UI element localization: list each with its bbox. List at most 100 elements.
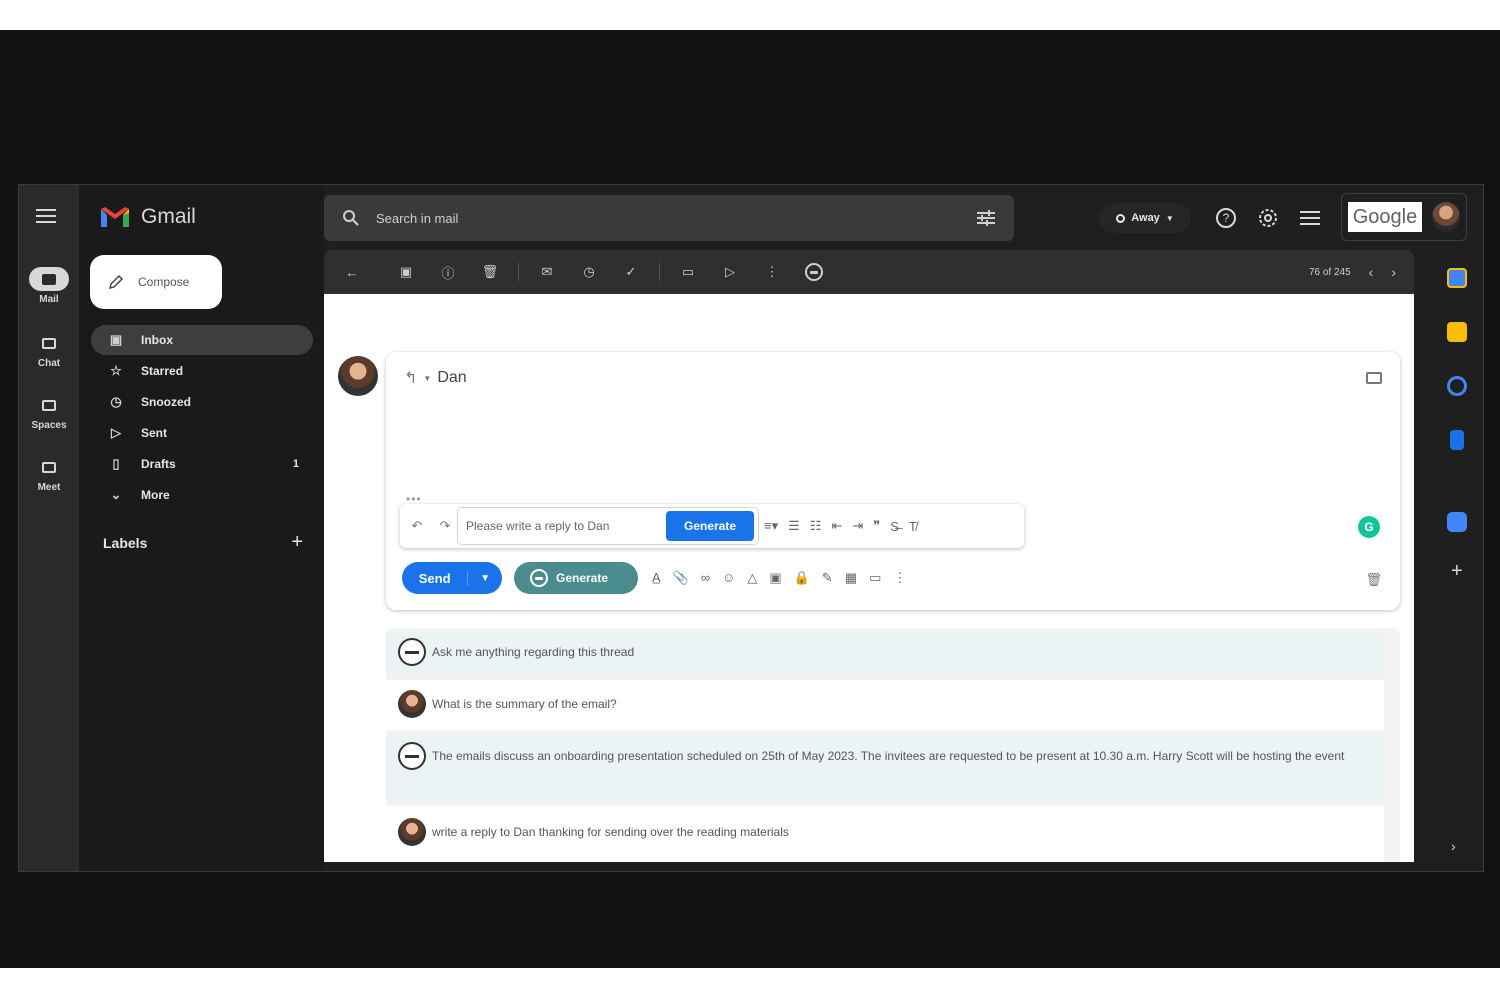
align-icon[interactable]: ≡▾	[764, 518, 778, 534]
strikethrough-icon[interactable]: S̶	[890, 519, 899, 534]
clear-formatting-icon[interactable]: T̸	[909, 519, 917, 534]
account-area[interactable]: Google	[1341, 193, 1467, 241]
pager-text: 76 of 245	[1308, 266, 1351, 278]
keep-icon[interactable]	[1447, 322, 1467, 342]
popout-icon[interactable]	[1366, 372, 1382, 384]
numbered-list-icon[interactable]: ☰	[788, 518, 800, 534]
link-icon[interactable]: ∞	[701, 570, 710, 586]
undo-icon[interactable]: ↶	[406, 518, 428, 534]
search-bar[interactable]: Search in mail	[324, 195, 1014, 241]
photo-icon[interactable]: ▣	[769, 570, 781, 586]
folder-sent[interactable]: ▷ Sent	[91, 418, 313, 448]
indent-less-icon[interactable]: ⇤	[831, 518, 842, 534]
help-icon[interactable]: ?	[1215, 207, 1237, 229]
move-to-icon[interactable]: ▭	[674, 262, 702, 282]
reply-arrow-icon: ↰	[404, 370, 418, 387]
redo-icon[interactable]: ↷	[434, 518, 456, 534]
add-task-icon[interactable]: ✓	[617, 262, 645, 282]
user-message: write a reply to Dan thanking for sendin…	[386, 806, 1384, 862]
back-arrow-icon[interactable]: ←	[338, 262, 366, 282]
chat-icon	[29, 331, 69, 355]
discard-draft-icon[interactable]: 🗑	[1365, 572, 1382, 588]
generate-button[interactable]: Generate	[514, 562, 638, 594]
format-controls: ≡▾ ☰ ☷ ⇤ ⇥ ❞ S̶ T̸	[764, 504, 917, 548]
folder-inbox[interactable]: ▣ Inbox	[91, 325, 313, 355]
label-icon[interactable]: ▷	[716, 262, 744, 282]
chevron-down-icon: ⌄	[110, 487, 122, 502]
drive-icon[interactable]: △	[747, 570, 757, 586]
assistant-bot-icon[interactable]	[800, 262, 828, 282]
folder-label: Snoozed	[141, 395, 191, 409]
sender-avatar	[338, 356, 378, 396]
folder-more[interactable]: ⌄ More	[91, 480, 313, 510]
settings-gear-icon[interactable]	[1257, 207, 1279, 229]
pagination: 76 of 245 ‹ ›	[1309, 264, 1396, 280]
folder-drafts[interactable]: ▯ Drafts 1	[91, 449, 313, 479]
rail-label: Chat	[37, 358, 61, 369]
more-vert-icon[interactable]: ⋮	[893, 570, 906, 586]
layout-icon[interactable]: ▭	[869, 570, 881, 586]
search-options-icon[interactable]	[976, 209, 996, 227]
calendar-icon[interactable]	[1447, 268, 1467, 288]
search-icon[interactable]	[342, 209, 360, 227]
account-avatar[interactable]	[1432, 202, 1460, 232]
rail-item-mail[interactable]: Mail	[19, 267, 79, 305]
contacts-icon[interactable]	[1450, 430, 1464, 450]
video-icon	[29, 455, 69, 479]
emoji-icon[interactable]: ☺	[722, 570, 735, 586]
chevron-right-icon[interactable]: ›	[1451, 838, 1456, 854]
message-toolbar: ← ▣ ⓘ 🗑 ✉ ◷ ✓ ▭ ▷ ⋮ 76 of 245 ‹ ›	[324, 250, 1414, 294]
indent-more-icon[interactable]: ⇥	[852, 518, 863, 534]
status-dropdown[interactable]: Away ▼	[1099, 203, 1191, 233]
add-label-icon[interactable]: +	[291, 531, 303, 554]
folder-starred[interactable]: ☆ Starred	[91, 356, 313, 386]
folder-label: Inbox	[141, 333, 173, 347]
folder-snoozed[interactable]: ◷ Snoozed	[91, 387, 313, 417]
report-spam-icon[interactable]: ⓘ	[434, 262, 462, 282]
chat-addon-icon[interactable]	[1447, 512, 1467, 532]
folder-label: More	[141, 488, 170, 502]
gmail-window: Mail Chat Spaces Meet Gmail Compose ▣ In…	[18, 184, 1484, 872]
schedule-send-caret-icon[interactable]: ▼	[468, 573, 502, 584]
ai-prompt-input[interactable]: Please write a reply to Dan	[466, 519, 656, 533]
main-menu-icon[interactable]	[36, 209, 56, 223]
apps-menu-icon[interactable]	[1299, 207, 1321, 229]
add-addon-icon[interactable]: +	[1451, 560, 1463, 583]
archive-icon[interactable]: ▣	[392, 262, 420, 282]
rail-item-meet[interactable]: Meet	[19, 455, 79, 493]
signature-pen-icon[interactable]: ✎	[822, 570, 833, 586]
tasks-icon[interactable]	[1447, 376, 1467, 396]
reply-header[interactable]: ↰ ▼ Dan	[404, 368, 467, 388]
toolbar-divider	[518, 263, 519, 281]
gmail-logo[interactable]: Gmail	[99, 205, 196, 229]
search-input[interactable]: Search in mail	[376, 211, 458, 226]
file-icon: ▯	[112, 456, 120, 471]
next-page-icon[interactable]: ›	[1391, 264, 1396, 280]
rail-item-chat[interactable]: Chat	[19, 331, 79, 369]
attach-icon[interactable]: 📎	[673, 570, 689, 586]
delete-icon[interactable]: 🗑	[476, 262, 504, 282]
status-label: Away	[1131, 212, 1160, 224]
star-icon: ☆	[110, 363, 122, 378]
assistant-bot-icon	[398, 638, 426, 666]
text-format-icon[interactable]: A̲	[652, 570, 661, 586]
app-name: Gmail	[141, 205, 196, 228]
screenshot-backdrop: Mail Chat Spaces Meet Gmail Compose ▣ In…	[0, 30, 1500, 968]
mark-unread-icon[interactable]: ✉	[533, 262, 561, 282]
more-options-icon[interactable]: •••	[406, 492, 422, 506]
prev-page-icon[interactable]: ‹	[1369, 264, 1374, 280]
more-vert-icon[interactable]: ⋮	[758, 262, 786, 282]
send-button[interactable]: Send ▼	[402, 562, 502, 594]
folder-label: Drafts	[141, 457, 176, 471]
bulleted-list-icon[interactable]: ☷	[810, 518, 822, 534]
navigation-panel: Gmail Compose ▣ Inbox ☆ Starred ◷ Snooze…	[79, 185, 324, 871]
template-icon[interactable]: ▦	[845, 570, 857, 586]
rail-item-spaces[interactable]: Spaces	[19, 393, 79, 431]
compose-button[interactable]: Compose	[90, 255, 222, 309]
quote-icon[interactable]: ❞	[873, 518, 880, 534]
confidential-lock-icon[interactable]: 🔒	[794, 570, 810, 586]
snooze-icon[interactable]: ◷	[575, 262, 603, 282]
generate-reply-button[interactable]: Generate	[666, 511, 754, 541]
grammarly-icon[interactable]: G	[1358, 516, 1380, 538]
user-avatar	[398, 690, 426, 718]
